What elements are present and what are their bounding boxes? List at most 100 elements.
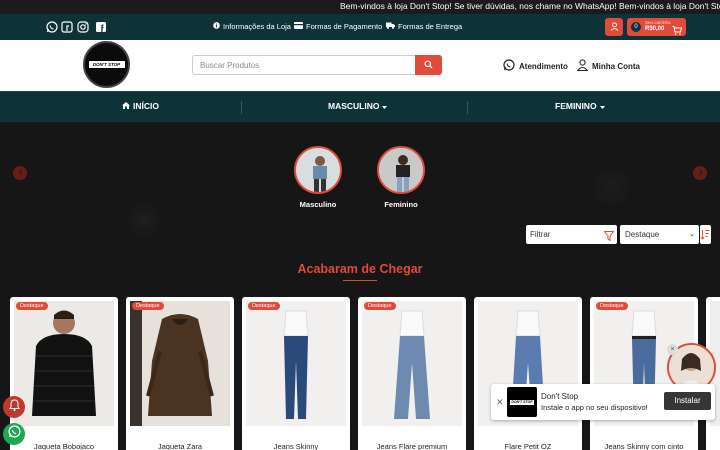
carousel-prev-button[interactable]	[13, 166, 27, 180]
support-link[interactable]: Atendimento	[503, 59, 568, 73]
category-image	[294, 146, 342, 194]
nav-divider	[241, 101, 242, 114]
banner-title: Don't Stop	[541, 392, 579, 401]
carousel-next-button[interactable]	[693, 166, 707, 180]
cart-icon	[672, 22, 683, 40]
title-underline	[343, 280, 377, 281]
product-name: Jaqueta Zara	[157, 442, 203, 450]
main-nav: INÍCIO MASCULINO FEMININO	[0, 91, 720, 122]
search-input[interactable]	[192, 55, 416, 75]
nav-masculino-label: MASCULINO	[328, 101, 380, 111]
close-banner-button[interactable]: ✕	[496, 397, 504, 408]
featured-badge: Destaque	[596, 302, 628, 310]
featured-badge: Destaque	[132, 302, 164, 310]
product-image	[130, 301, 230, 426]
close-icon: ✕	[496, 397, 504, 407]
product-card[interactable]: Destaque Jeans Flare premium	[358, 297, 466, 450]
user-icon	[610, 18, 619, 36]
product-card[interactable]: Flare Petit OZ	[474, 297, 582, 450]
product-image	[362, 301, 462, 426]
chevron-down-icon: ⌄	[689, 231, 695, 238]
product-name: Flare Petit OZ	[504, 442, 552, 450]
sort-order-button[interactable]	[700, 225, 711, 244]
chevron-left-icon	[17, 168, 23, 178]
featured-badge: Destaque	[16, 302, 48, 310]
home-icon	[122, 101, 130, 111]
user-icon	[576, 59, 589, 73]
payment-link[interactable]: Formas de Pagamento	[294, 22, 382, 31]
product-card[interactable]: Destaque Jeans Skinny	[242, 297, 350, 450]
cart-total: R$0,00	[645, 26, 665, 32]
facebook-icon[interactable]	[61, 21, 73, 33]
whatsapp-chat-button[interactable]	[3, 423, 25, 445]
sort-select[interactable]: Destaque ⌄	[620, 225, 699, 244]
announcement-text: Bem-vindos à loja Don't Stop! Se tiver d…	[340, 1, 720, 11]
category-label: Masculino	[299, 200, 337, 209]
delivery-link[interactable]: Formas de Entrega	[386, 22, 462, 31]
payment-label: Formas de Pagamento	[306, 22, 383, 31]
support-label: Atendimento	[519, 61, 568, 71]
sort-icon	[700, 230, 711, 248]
store-info-label: Informações da Loja	[223, 22, 291, 31]
cart-count: 0	[631, 22, 641, 32]
delivery-label: Formas de Entrega	[398, 22, 463, 31]
nav-item-feminino[interactable]: FEMININO	[555, 101, 605, 111]
instagram-icon[interactable]	[77, 21, 89, 33]
filter-label: Filtrar	[530, 230, 551, 239]
whatsapp-icon[interactable]	[46, 21, 58, 33]
category-masculino[interactable]: Masculino	[294, 146, 342, 209]
nav-home-label: INÍCIO	[133, 101, 159, 111]
filter-dropdown[interactable]: Filtrar	[526, 225, 617, 244]
cart-label: Seu carrinho	[645, 20, 671, 25]
site-header: DON'T STOP Atendimento Minha Conta	[0, 40, 720, 91]
nav-divider	[467, 101, 468, 114]
logo-wordmark: DON'T STOP	[509, 398, 535, 406]
nav-item-masculino[interactable]: MASCULINO	[328, 101, 388, 111]
announcement-bar: Bem-vindos à loja Don't Stop! Se tiver d…	[0, 0, 720, 14]
info-icon	[213, 22, 220, 31]
truck-icon	[386, 22, 395, 31]
filter-icon	[603, 229, 615, 248]
cart-button[interactable]: 0 Seu carrinho R$0,00	[627, 18, 686, 36]
product-card[interactable]: Destaque Jaqueta Zara	[126, 297, 234, 450]
product-name: Jeans Skinny com cinto	[604, 442, 684, 450]
app-logo: DON'T STOP	[507, 387, 537, 417]
store-logo[interactable]: DON'T STOP	[83, 41, 130, 88]
featured-badge: Destaque	[364, 302, 396, 310]
chevron-right-icon	[698, 168, 703, 178]
facebook-square-icon[interactable]	[95, 21, 107, 33]
whatsapp-icon	[7, 425, 21, 443]
category-feminino[interactable]: Feminino	[377, 146, 425, 209]
product-name: Jaqueta Bobojaco	[33, 442, 95, 450]
logo-wordmark: DON'T STOP	[87, 60, 126, 69]
product-name: Jeans Skinny	[273, 442, 319, 450]
category-image	[377, 146, 425, 194]
section-title: Acabaram de Chegar	[297, 262, 423, 276]
my-account-label: Minha Conta	[592, 61, 640, 71]
close-chat-button[interactable]: ×	[667, 344, 678, 355]
store-info-link[interactable]: Informações da Loja	[213, 22, 291, 31]
product-name: Jeans Flare premium	[376, 442, 448, 450]
install-button[interactable]: Instalar	[664, 392, 711, 410]
featured-badge: Destaque	[248, 302, 280, 310]
card-icon	[294, 22, 303, 31]
sort-label: Destaque	[625, 230, 660, 239]
notification-button[interactable]	[3, 396, 25, 418]
caret-down-icon	[599, 101, 605, 111]
search-button[interactable]	[415, 55, 442, 75]
caret-down-icon	[382, 101, 388, 111]
account-button[interactable]	[605, 18, 623, 36]
install-app-banner: ✕ DON'T STOP Don't Stop Instale o app no…	[491, 384, 715, 420]
product-image	[246, 301, 346, 426]
product-card[interactable]: Destaque Jaqueta Bobojaco	[10, 297, 118, 450]
nav-feminino-label: FEMININO	[555, 101, 597, 111]
search-icon	[424, 56, 433, 74]
category-label: Feminino	[384, 200, 418, 209]
bell-icon	[8, 398, 20, 416]
close-icon: ×	[670, 346, 675, 353]
whatsapp-icon	[503, 59, 515, 73]
product-image	[14, 301, 114, 426]
my-account-link[interactable]: Minha Conta	[576, 59, 640, 73]
banner-text: Instale o app no seu dispositivo!	[541, 403, 648, 412]
nav-item-home[interactable]: INÍCIO	[122, 101, 159, 111]
